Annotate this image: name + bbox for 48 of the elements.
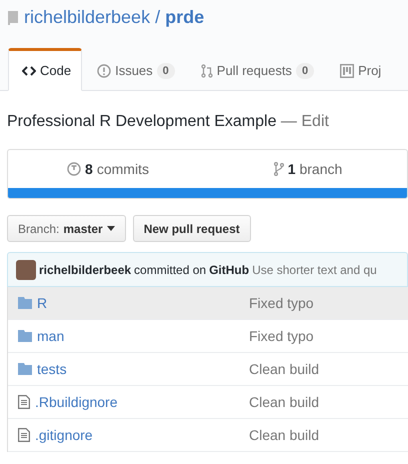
repo-tab[interactable]: Code	[8, 48, 82, 91]
path-separator: /	[155, 7, 160, 28]
author-link[interactable]: richelbilderbeek	[39, 262, 132, 276]
avatar	[16, 260, 36, 280]
tab-label: Code	[40, 63, 72, 78]
code-icon	[22, 64, 36, 76]
repo-name-link[interactable]: prde	[165, 7, 204, 28]
file-link[interactable]: tests	[37, 361, 67, 377]
edit-link[interactable]: — Edit	[280, 113, 329, 130]
branch-select-button[interactable]: Branch: master	[7, 215, 126, 242]
commit-message[interactable]: Use shorter text and qu	[252, 262, 377, 276]
count-badge: 0	[296, 62, 314, 78]
repo-tab[interactable]: Pull requests 0	[186, 48, 326, 91]
tab-label: Issues	[115, 63, 153, 78]
file-link[interactable]: .gitignore	[35, 427, 93, 443]
caret-icon	[106, 226, 115, 231]
file-row[interactable]: R Fixed typo	[8, 287, 408, 320]
stat-link[interactable]: 8 commits	[8, 161, 208, 177]
folder-icon	[18, 330, 32, 342]
count-badge: 0	[156, 62, 175, 78]
repo-tab[interactable]: Proj	[325, 48, 392, 91]
commit-message-link[interactable]: Clean build	[249, 427, 320, 443]
commit-action: committed on	[134, 262, 206, 276]
service-name: GitHub	[209, 262, 250, 276]
new-pull-request-button[interactable]: New pull request	[132, 215, 251, 242]
folder-icon	[18, 363, 32, 375]
pull-request-icon	[200, 64, 213, 78]
file-link[interactable]: man	[37, 328, 64, 344]
exclamation-circle-icon	[97, 64, 112, 78]
tab-label: Pull requests	[216, 63, 292, 78]
file-link[interactable]: .Rbuildignore	[35, 394, 118, 410]
stat-link[interactable]: 1 branch	[208, 161, 407, 177]
repo-description: Professional R Development Example — Edit	[6, 112, 330, 132]
branch-icon	[274, 162, 284, 176]
tab-label: Proj	[358, 63, 382, 78]
commit-message-link[interactable]: Clean build	[249, 361, 320, 377]
file-link[interactable]: R	[37, 295, 48, 311]
book-icon	[7, 10, 19, 26]
commit-message-link[interactable]: Fixed typo	[249, 328, 314, 344]
commit-message-link[interactable]: Fixed typo	[249, 295, 314, 311]
folder-icon	[18, 297, 32, 309]
history-icon	[67, 162, 82, 176]
commit-message-link[interactable]: Clean build	[249, 394, 320, 410]
board-icon	[340, 64, 354, 78]
file-icon	[18, 428, 30, 442]
file-icon	[18, 395, 30, 409]
owner-link[interactable]: richelbilderbeek	[24, 7, 150, 28]
repo-tab[interactable]: Issues 0	[82, 48, 186, 91]
